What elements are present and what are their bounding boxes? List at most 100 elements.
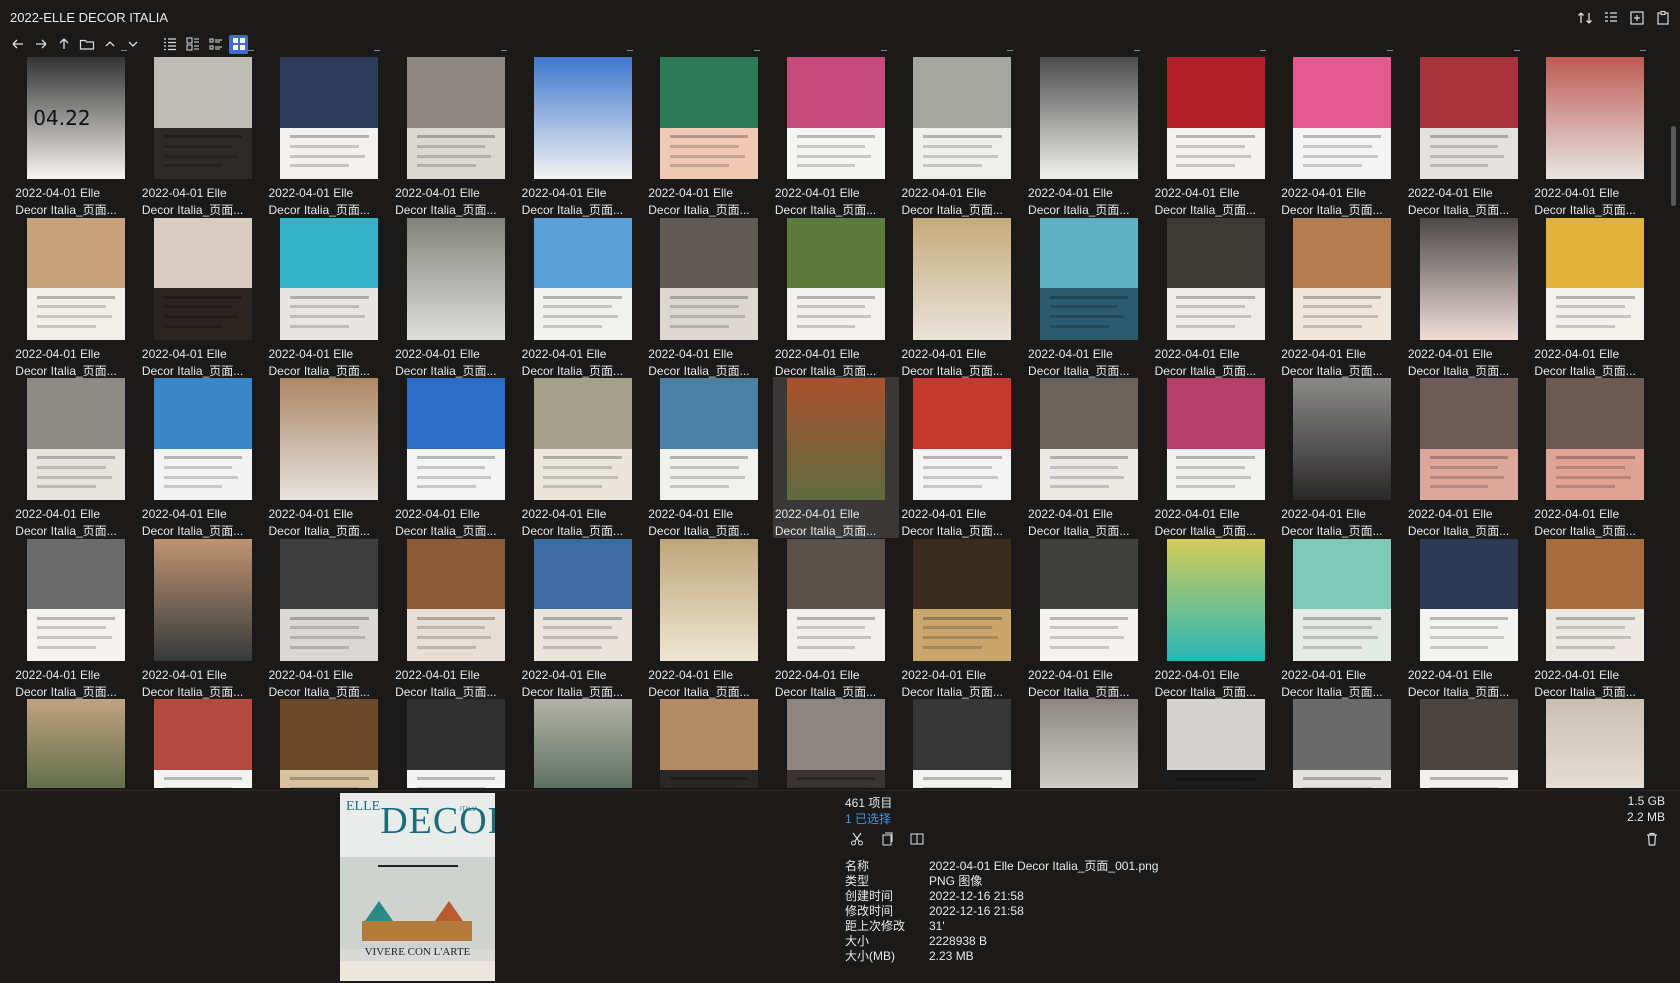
thumbnail-item[interactable]: 2022-04-01 ElleDecor Italia_页面... bbox=[519, 698, 646, 788]
thumbnail-item[interactable]: 2022-04-01 ElleDecor Italia_页面... bbox=[1406, 56, 1533, 217]
details-pane-icon[interactable] bbox=[1602, 9, 1620, 27]
thumbnail-item[interactable]: 2022-04-01 ElleDecor Italia_页面... bbox=[1406, 538, 1533, 699]
caption-line: 2022-04-01 Elle bbox=[395, 186, 480, 200]
thumbnail-item[interactable]: 2022-04-01 ElleDecor Italia_页面... bbox=[1532, 217, 1659, 378]
thumbnail-item[interactable]: 2022-04-01 ElleDecor Italia_页面... bbox=[13, 377, 140, 538]
thumbnail-item[interactable]: 2022-04-01 ElleDecor Italia_页面... bbox=[140, 377, 267, 538]
thumbnail-item[interactable]: 2022-04-01 ElleDecor Italia_页面... bbox=[1026, 377, 1153, 538]
thumbnail-item[interactable]: 2022-04-01 ElleDecor Italia_页面... bbox=[899, 538, 1026, 699]
vertical-scrollbar[interactable] bbox=[1671, 56, 1676, 786]
thumbnail-item[interactable]: 2022-04-01 ElleDecor Italia_页面... bbox=[1152, 217, 1279, 378]
thumbnail-item[interactable]: 2022-04-01 ElleDecor Italia_页面... bbox=[899, 56, 1026, 217]
thumbnail-item[interactable]: 2022-04-01 ElleDecor Italia_页面... bbox=[1279, 538, 1406, 699]
thumbnail-item[interactable]: 2022-04-01 ElleDecor Italia_页面... bbox=[13, 217, 140, 378]
thumbnail-item[interactable]: 2022-04-01 ElleDecor Italia_页面... bbox=[266, 538, 393, 699]
trash-icon[interactable] bbox=[1643, 830, 1661, 848]
thumbnail-item[interactable]: 04.22 2022-04-01 Elle Decor Italia_页面... bbox=[13, 56, 140, 217]
caption-line: 2022-04-01 Elle bbox=[901, 346, 987, 361]
thumbnail-item[interactable]: 2022-04-01 ElleDecor Italia_页面... bbox=[1532, 698, 1659, 788]
thumbnail-item[interactable]: 2022-04-01 ElleDecor Italia_页面... bbox=[1532, 538, 1659, 699]
thumbnail-item[interactable]: 2022-04-01 ElleDecor Italia_页面... bbox=[773, 56, 900, 217]
thumbnail-item[interactable]: 2022-04-01 ElleDecor Italia_页面... bbox=[1152, 56, 1279, 217]
details-panel: ELLEDECOR ITALIA VIVERE CON L'ARTE 461 项… bbox=[0, 790, 1680, 983]
thumbnail-item[interactable]: 2022-04-01 ElleDecor Italia_页面... bbox=[1406, 377, 1533, 538]
thumbnail-item[interactable]: 2022-04-01 ElleDecor Italia_页面... bbox=[13, 698, 140, 788]
thumbnail-item[interactable]: 2022-04-01 ElleDecor Italia_页面... bbox=[1406, 217, 1533, 378]
thumbnail-image bbox=[1166, 538, 1265, 661]
thumbnail-item[interactable]: 2022-04-01 ElleDecor Italia_页面... bbox=[1279, 56, 1406, 217]
thumbnail-item[interactable]: 2022-04-01 ElleDecor Italia_页面... bbox=[1532, 377, 1659, 538]
thumbnail-item[interactable]: 2022-04-01 ElleDecor Italia_页面... bbox=[1406, 698, 1533, 788]
thumbnail-item[interactable]: 2022-04-01 ElleDecor Italia_页面... bbox=[646, 538, 773, 699]
thumbnail-image bbox=[913, 57, 1012, 179]
thumbnail-image bbox=[1293, 699, 1392, 788]
thumbnail-item[interactable]: 2022-04-01 ElleDecor Italia_页面... bbox=[1152, 377, 1279, 538]
thumbnail-item[interactable]: 2022-04-01 ElleDecor Italia_页面... bbox=[140, 538, 267, 699]
copy-icon[interactable] bbox=[878, 830, 896, 848]
thumbnail-item[interactable]: 2022-04-01 ElleDecor Italia_页面... bbox=[1279, 217, 1406, 378]
thumbnail-item[interactable]: 2022-04-01 ElleDecor Italia_页面... bbox=[646, 217, 773, 378]
thumbnail-item[interactable]: 2022-04-01 ElleDecor Italia_页面... bbox=[646, 698, 773, 788]
thumbnail-item[interactable]: 2022-04-01 ElleDecor Italia_页面... bbox=[393, 217, 520, 378]
caption-line: 2022-04-01 Elle bbox=[521, 186, 607, 200]
thumbnail-item[interactable]: 2022-04-01 ElleDecor Italia_页面... bbox=[519, 217, 646, 378]
thumbnail-item[interactable]: 2022-04-01 ElleDecor Italia_页面... bbox=[1152, 538, 1279, 699]
thumbnail-item[interactable]: 2022-04-01 ElleDecor Italia_页面... bbox=[772, 377, 900, 538]
thumbnail-image bbox=[407, 217, 506, 340]
thumbnail-item[interactable]: 2022-04-01 ElleDecor Italia_页面... bbox=[899, 377, 1026, 538]
thumbnail-item[interactable]: 2022-04-01 ElleDecor Italia_页面... bbox=[899, 698, 1026, 788]
new-window-icon[interactable] bbox=[1628, 9, 1646, 27]
preview-country: ITALIA bbox=[460, 807, 478, 813]
thumbnail-item[interactable]: 2022-04-01 ElleDecor Italia_页面... bbox=[1279, 377, 1406, 538]
thumbnail-item[interactable]: 2022-04-01 ElleDecor Italia_页面... bbox=[646, 56, 773, 217]
scrollbar-thumb[interactable] bbox=[1671, 126, 1676, 206]
thumbnail-item[interactable]: 2022-04-01 ElleDecor Italia_页面... bbox=[1026, 217, 1153, 378]
thumbnail-item[interactable]: 2022-04-01 ElleDecor Italia_页面... bbox=[1026, 538, 1153, 699]
thumbnail-item[interactable]: 2022-04-01 ElleDecor Italia_页面... bbox=[519, 377, 646, 538]
compare-icon[interactable] bbox=[908, 830, 926, 848]
thumbnail-item[interactable]: 2022-04-01 ElleDecor Italia_页面... bbox=[393, 698, 520, 788]
thumbnail-item[interactable]: 2022-04-01 ElleDecor Italia_页面... bbox=[140, 698, 267, 788]
cut-icon[interactable] bbox=[848, 830, 866, 848]
thumbnail-image bbox=[1166, 378, 1265, 500]
column-marker bbox=[247, 50, 254, 51]
thumbnail-item[interactable]: 2022-04-01 ElleDecor Italia_页面... bbox=[266, 698, 393, 788]
thumbnail-item[interactable]: 2022-04-01 ElleDecor Italia_页面... bbox=[13, 538, 140, 699]
caption-line: 2022-04-01 Elle bbox=[1407, 667, 1493, 682]
thumbnail-caption: 2022-04-01 Elle Decor Italia_页面... bbox=[395, 667, 517, 701]
thumbnail-item[interactable]: 2022-04-01 ElleDecor Italia_页面... bbox=[1026, 56, 1153, 217]
property-row: 创建时间 2022-12-16 21:58 bbox=[845, 889, 1158, 904]
selected-count[interactable]: 1 已选择 bbox=[845, 810, 891, 827]
caption-line: 2022-04-01 Elle bbox=[521, 667, 607, 682]
thumbnail-item[interactable]: 2022-04-01 ElleDecor Italia_页面... bbox=[1279, 698, 1406, 788]
thumbnail-item[interactable]: 2022-04-01 ElleDecor Italia_页面... bbox=[773, 698, 900, 788]
thumbnail-item[interactable]: 2022-04-01 ElleDecor Italia_页面... bbox=[393, 56, 520, 217]
thumbnail-item[interactable]: 2022-04-01 ElleDecor Italia_页面... bbox=[140, 217, 267, 378]
thumbnail-item[interactable]: 2022-04-01 ElleDecor Italia_页面... bbox=[519, 56, 646, 217]
thumbnail-image bbox=[153, 57, 252, 179]
thumbnail-item[interactable]: 2022-04-01 ElleDecor Italia_页面... bbox=[393, 377, 520, 538]
thumbnail-item[interactable]: 2022-04-01 ElleDecor Italia_页面... bbox=[1532, 56, 1659, 217]
thumbnail-image bbox=[660, 699, 759, 788]
caption-line: 2022-04-01 Elle bbox=[901, 667, 987, 682]
thumbnail-item[interactable]: 2022-04-01 ElleDecor Italia_页面... bbox=[266, 217, 393, 378]
caption-line: 2022-04-01 Elle bbox=[774, 346, 860, 361]
thumbnail-item[interactable]: 2022-04-01 ElleDecor Italia_页面... bbox=[519, 538, 646, 699]
thumbnail-item[interactable]: 2022-04-01 ElleDecor Italia_页面... bbox=[266, 377, 393, 538]
thumbnail-item[interactable]: 2022-04-01 ElleDecor Italia_页面... bbox=[773, 217, 900, 378]
thumbnail-image bbox=[153, 699, 252, 788]
title-bar: 2022-ELLE DECOR ITALIA bbox=[0, 0, 1680, 34]
thumbnail-item[interactable]: 2022-04-01 ElleDecor Italia_页面... bbox=[1152, 698, 1279, 788]
thumbnail-item[interactable]: 2022-04-01 ElleDecor Italia_页面... bbox=[266, 56, 393, 217]
thumbnail-item[interactable]: 2022-04-01 ElleDecor Italia_页面... bbox=[393, 538, 520, 699]
column-marker bbox=[880, 50, 887, 51]
clipboard-icon[interactable] bbox=[1654, 9, 1672, 27]
thumbnail-image bbox=[1419, 699, 1518, 788]
thumbnail-item[interactable]: 2022-04-01 ElleDecor Italia_页面... bbox=[773, 538, 900, 699]
thumbnail-item[interactable]: 2022-04-01 ElleDecor Italia_页面... bbox=[646, 377, 773, 538]
thumbnail-item[interactable]: 2022-04-01 ElleDecor Italia_页面... bbox=[140, 56, 267, 217]
thumbnail-item[interactable]: 2022-04-01 ElleDecor Italia_页面... bbox=[899, 217, 1026, 378]
thumbnail-item[interactable]: 2022-04-01 ElleDecor Italia_页面... bbox=[1026, 698, 1153, 788]
sort-icon[interactable] bbox=[1576, 9, 1594, 27]
caption-line: 2022-04-01 Elle bbox=[141, 667, 227, 682]
